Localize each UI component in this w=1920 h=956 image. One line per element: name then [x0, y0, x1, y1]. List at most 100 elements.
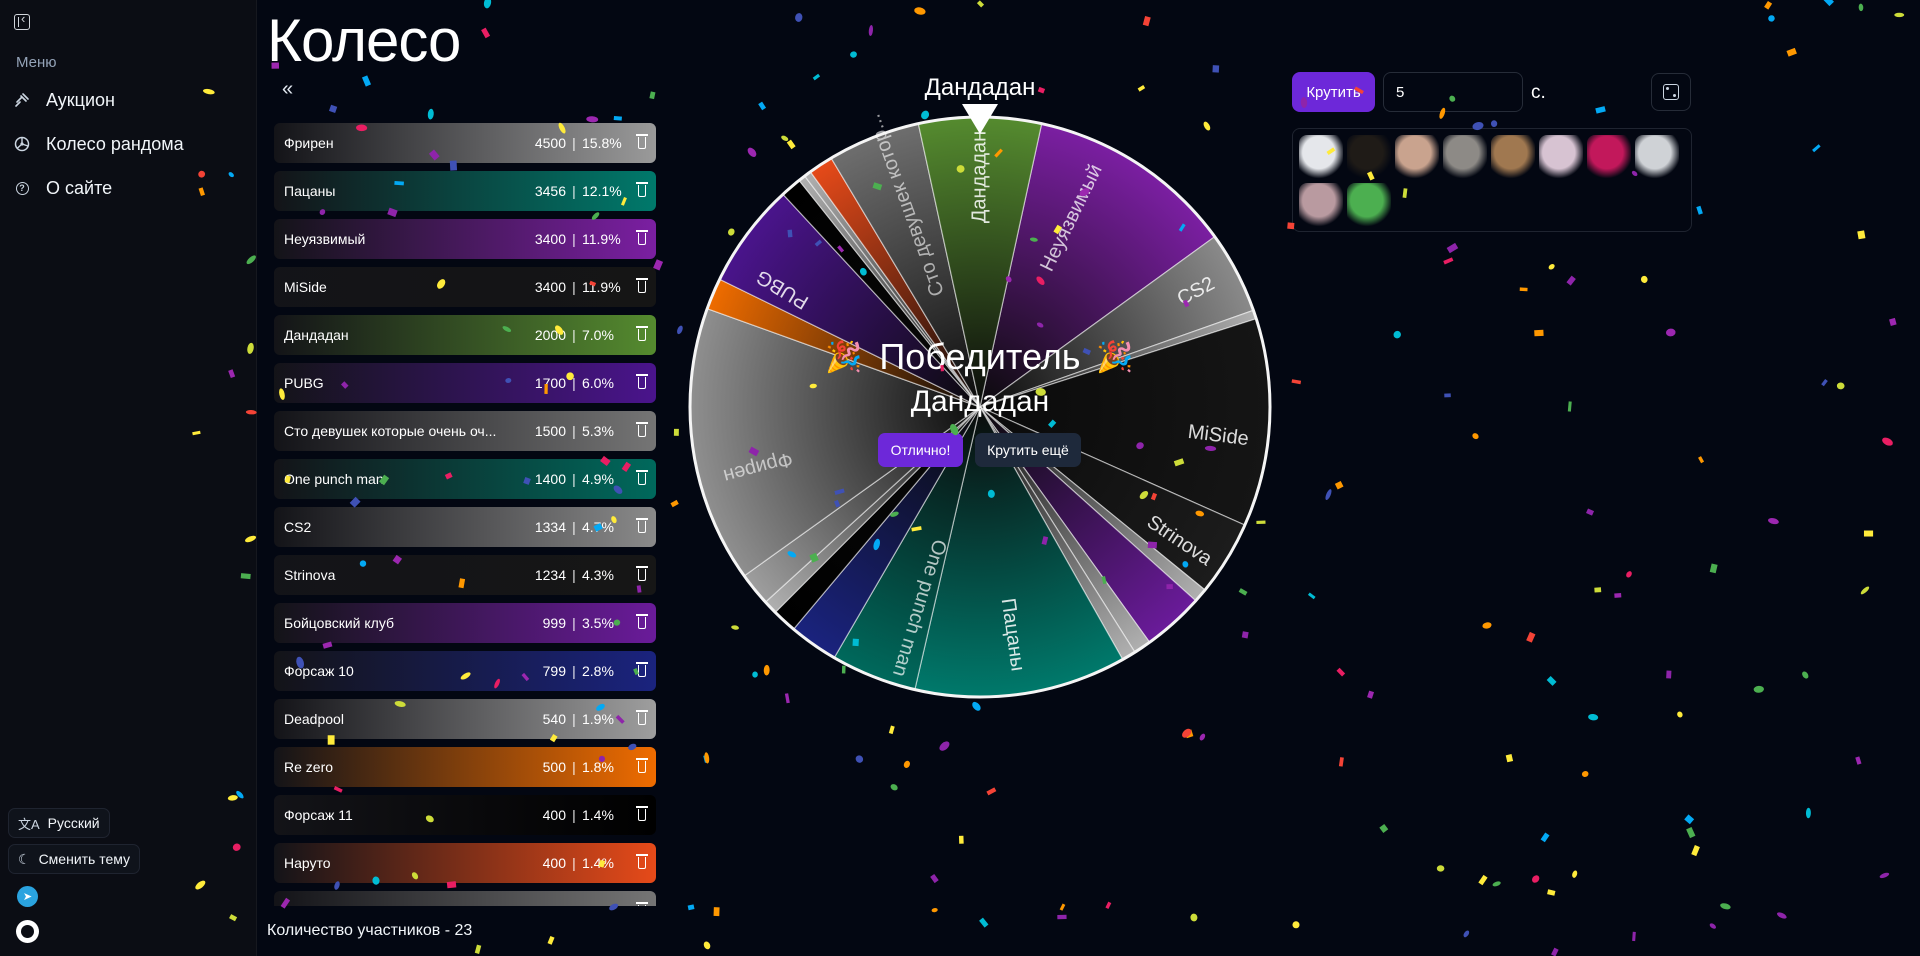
- lot-amount[interactable]: 1700: [506, 375, 566, 391]
- lot-row[interactable]: Re zero 500 | 1.8%: [274, 747, 656, 787]
- lot-percent: 4.7%: [582, 519, 614, 535]
- lot-amount[interactable]: 3456: [506, 183, 566, 199]
- delete-lot-button[interactable]: [624, 326, 648, 341]
- confetti-piece: [1614, 593, 1622, 598]
- lot-amount[interactable]: 2000: [506, 327, 566, 343]
- lot-name[interactable]: Форсаж 10: [284, 663, 506, 679]
- wheel-segment-label: Strinova: [1143, 511, 1217, 571]
- delete-lot-button[interactable]: [624, 710, 648, 725]
- lot-row[interactable]: Сто девушек которые очень оч... 1500 | 5.3%: [274, 411, 656, 451]
- lot-name[interactable]: Фрирен: [284, 135, 506, 151]
- lot-name[interactable]: Re zero: [284, 759, 506, 775]
- lot-name[interactable]: Дандадан: [284, 327, 506, 343]
- pepe-emote[interactable]: [1347, 183, 1391, 227]
- delete-lot-button[interactable]: [624, 566, 648, 581]
- collapse-list-button[interactable]: «: [282, 78, 293, 101]
- sidebar-item-about[interactable]: ? О сайте: [14, 174, 112, 202]
- delete-lot-button[interactable]: [624, 902, 648, 906]
- lot-row[interactable]: Форсаж 10 799 | 2.8%: [274, 651, 656, 691]
- red-eye-emote[interactable]: [1587, 135, 1631, 179]
- confetti-piece: [1720, 903, 1731, 910]
- lot-amount[interactable]: 500: [506, 759, 566, 775]
- lot-row[interactable]: Deadpool 540 | 1.9%: [274, 699, 656, 739]
- lot-row[interactable]: Пацаны 3456 | 12.1%: [274, 171, 656, 211]
- delete-lot-button[interactable]: [624, 518, 648, 533]
- dark-cat-emote[interactable]: [1347, 135, 1391, 179]
- confetti-piece: [758, 101, 767, 111]
- lot-amount[interactable]: 400: [506, 807, 566, 823]
- lot-amount[interactable]: 400: [506, 855, 566, 871]
- lot-row[interactable]: Наруто 400 | 1.4%: [274, 843, 656, 883]
- lot-row[interactable]: CS2 1334 | 4.7%: [274, 507, 656, 547]
- potato-emote[interactable]: [1491, 135, 1535, 179]
- blurry-cat-emote[interactable]: [1299, 183, 1343, 227]
- delete-lot-button[interactable]: [624, 230, 648, 245]
- delete-lot-button[interactable]: [624, 470, 648, 485]
- lot-amount[interactable]: 340: [506, 903, 566, 906]
- lot-row[interactable]: Фрирен 4500 | 15.8%: [274, 123, 656, 163]
- ok-button[interactable]: Отлично!: [878, 433, 963, 467]
- lot-name[interactable]: One punch man: [284, 471, 506, 487]
- lot-amount[interactable]: 1500: [506, 423, 566, 439]
- lot-row[interactable]: Дандадан 2000 | 7.0%: [274, 315, 656, 355]
- lot-amount[interactable]: 1234: [506, 567, 566, 583]
- delete-lot-button[interactable]: [624, 758, 648, 773]
- lot-name[interactable]: Неуязвимый: [284, 231, 506, 247]
- lot-name[interactable]: Форсаж 11: [284, 807, 506, 823]
- lot-name[interactable]: Наруто: [284, 855, 506, 871]
- finger-emote[interactable]: [1395, 135, 1439, 179]
- lot-name[interactable]: Strinova: [284, 567, 506, 583]
- lot-name[interactable]: Сто девушек которые очень оч...: [284, 423, 506, 439]
- lot-row[interactable]: One punch man 1400 | 4.9%: [274, 459, 656, 499]
- lot-row[interactable]: PUBG 1700 | 6.0%: [274, 363, 656, 403]
- theme-button[interactable]: ☾ Сменить тему: [8, 844, 141, 874]
- delete-lot-button[interactable]: [624, 182, 648, 197]
- sidebar-item-auction[interactable]: Аукцион: [14, 86, 115, 114]
- lot-amount[interactable]: 3400: [506, 231, 566, 247]
- lot-amount[interactable]: 799: [506, 663, 566, 679]
- lot-amount[interactable]: 3400: [506, 279, 566, 295]
- lot-amount[interactable]: 999: [506, 615, 566, 631]
- lot-name[interactable]: Deadpool: [284, 711, 506, 727]
- lot-amount[interactable]: 1334: [506, 519, 566, 535]
- sidebar-item-wheel[interactable]: Колесо рандома: [14, 130, 184, 158]
- delete-lot-button[interactable]: [624, 662, 648, 677]
- language-button[interactable]: 文A Русский: [8, 808, 110, 838]
- lot-amount[interactable]: 1400: [506, 471, 566, 487]
- lot-name[interactable]: PUBG: [284, 375, 506, 391]
- lot-row[interactable]: Бойцовский клуб 999 | 3.5%: [274, 603, 656, 643]
- lot-amount[interactable]: 4500: [506, 135, 566, 151]
- cat-standing-emote[interactable]: [1443, 135, 1487, 179]
- confetti-piece: [1182, 728, 1192, 738]
- lot-amount[interactable]: 540: [506, 711, 566, 727]
- lot-name[interactable]: Пацаны: [284, 183, 506, 199]
- telegram-icon[interactable]: ➤: [17, 886, 38, 907]
- lot-row[interactable]: Strinova 1234 | 4.3%: [274, 555, 656, 595]
- sidebar-collapse-icon[interactable]: [14, 11, 30, 30]
- anime-girl-emote[interactable]: [1539, 135, 1583, 179]
- duration-input[interactable]: [1383, 72, 1523, 112]
- delete-lot-button[interactable]: [624, 278, 648, 293]
- delete-lot-button[interactable]: [624, 422, 648, 437]
- lot-name[interactable]: Бойцовский клуб: [284, 615, 506, 631]
- white-blob-emote[interactable]: [1299, 135, 1343, 179]
- delete-lot-button[interactable]: [624, 134, 648, 149]
- lot-row[interactable]: MiSide 3400 | 11.9%: [274, 267, 656, 307]
- lot-name[interactable]: MiSide: [284, 279, 506, 295]
- spin-button[interactable]: Крутить: [1292, 72, 1375, 112]
- lot-row[interactable]: Форсаж 11 400 | 1.4%: [274, 795, 656, 835]
- lot-row[interactable]: Ки...340|1.2%: [274, 891, 656, 906]
- piano-emote[interactable]: [1635, 135, 1679, 179]
- random-dice-button[interactable]: [1651, 73, 1691, 111]
- lot-name[interactable]: Ки...: [284, 903, 506, 906]
- lot-row[interactable]: Неуязвимый 3400 | 11.9%: [274, 219, 656, 259]
- delete-lot-button[interactable]: [624, 614, 648, 629]
- delete-lot-button[interactable]: [624, 806, 648, 821]
- lot-name[interactable]: CS2: [284, 519, 506, 535]
- spin-again-button[interactable]: Крутить ещё: [975, 433, 1081, 467]
- github-icon[interactable]: [16, 920, 39, 943]
- trash-icon: [636, 662, 648, 677]
- delete-lot-button[interactable]: [624, 374, 648, 389]
- delete-lot-button[interactable]: [624, 854, 648, 869]
- confetti-piece: [814, 239, 823, 247]
